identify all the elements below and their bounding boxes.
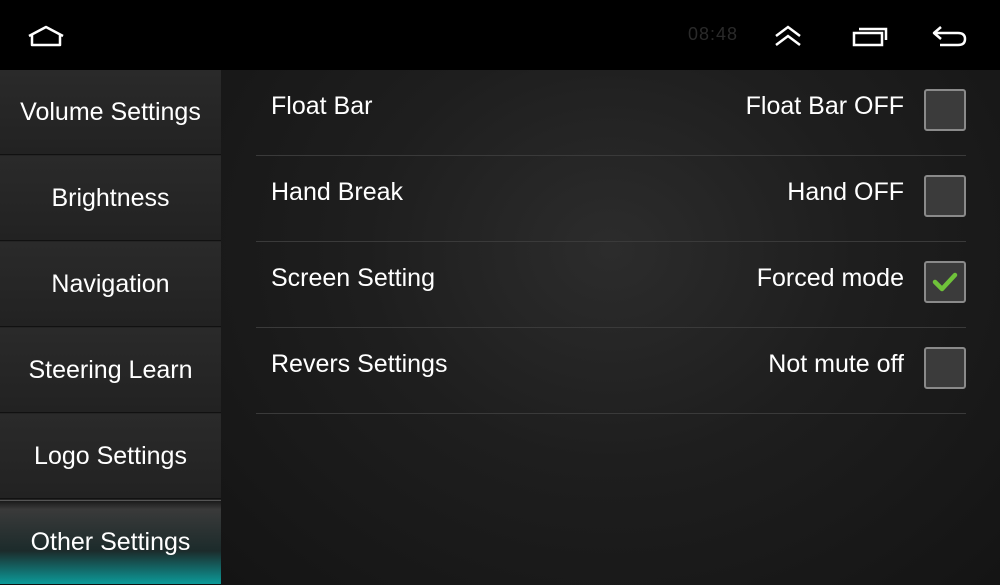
setting-label: Revers Settings xyxy=(271,350,448,378)
setting-label: Screen Setting xyxy=(271,264,435,292)
setting-label: Float Bar xyxy=(271,92,373,120)
settings-sidebar: Volume Settings Brightness Navigation St… xyxy=(0,70,221,585)
recent-apps-icon xyxy=(852,27,888,47)
setting-row-float-bar[interactable]: Float Bar Float Bar OFF xyxy=(256,70,966,156)
sidebar-item-other-settings[interactable]: Other Settings xyxy=(0,500,221,585)
collapse-button[interactable] xyxy=(766,14,810,58)
sidebar-item-steering-learn[interactable]: Steering Learn xyxy=(0,328,221,413)
clock: 08:48 xyxy=(688,24,739,44)
sidebar-item-label: Logo Settings xyxy=(34,441,187,470)
setting-state: Float Bar OFF xyxy=(745,92,904,120)
sidebar-item-logo-settings[interactable]: Logo Settings xyxy=(0,414,221,499)
sidebar-item-label: Other Settings xyxy=(30,528,191,556)
sidebar-item-navigation[interactable]: Navigation xyxy=(0,242,221,327)
chevron-double-up-icon xyxy=(775,25,801,46)
setting-label: Hand Break xyxy=(271,178,404,206)
home-icon xyxy=(28,25,64,47)
recent-apps-button[interactable] xyxy=(848,14,892,58)
setting-row-revers-settings[interactable]: Revers Settings Not mute off xyxy=(256,328,966,414)
revers-settings-checkbox[interactable] xyxy=(924,347,966,389)
checkmark-icon xyxy=(932,272,958,292)
back-arrow-icon xyxy=(932,26,967,47)
home-button[interactable] xyxy=(24,14,68,58)
hand-break-checkbox[interactable] xyxy=(924,175,966,217)
system-bar: 08:48 xyxy=(0,0,1000,70)
sidebar-item-brightness[interactable]: Brightness xyxy=(0,156,221,241)
back-button[interactable] xyxy=(928,14,972,58)
settings-panel: Float Bar Float Bar OFF Hand Break Hand … xyxy=(221,70,1000,585)
sidebar-item-label: Navigation xyxy=(51,269,170,298)
setting-row-screen-setting[interactable]: Screen Setting Forced mode xyxy=(256,242,966,328)
setting-state: Forced mode xyxy=(756,264,904,292)
screen-setting-checkbox[interactable] xyxy=(924,261,966,303)
setting-state: Hand OFF xyxy=(787,178,904,206)
sidebar-item-volume-settings[interactable]: Volume Settings xyxy=(0,70,221,155)
sidebar-item-label: Volume Settings xyxy=(20,97,201,126)
setting-state: Not mute off xyxy=(768,350,904,378)
sidebar-item-label: Steering Learn xyxy=(28,355,193,384)
sidebar-item-label: Brightness xyxy=(51,183,170,212)
setting-row-hand-break[interactable]: Hand Break Hand OFF xyxy=(256,156,966,242)
float-bar-checkbox[interactable] xyxy=(924,89,966,131)
